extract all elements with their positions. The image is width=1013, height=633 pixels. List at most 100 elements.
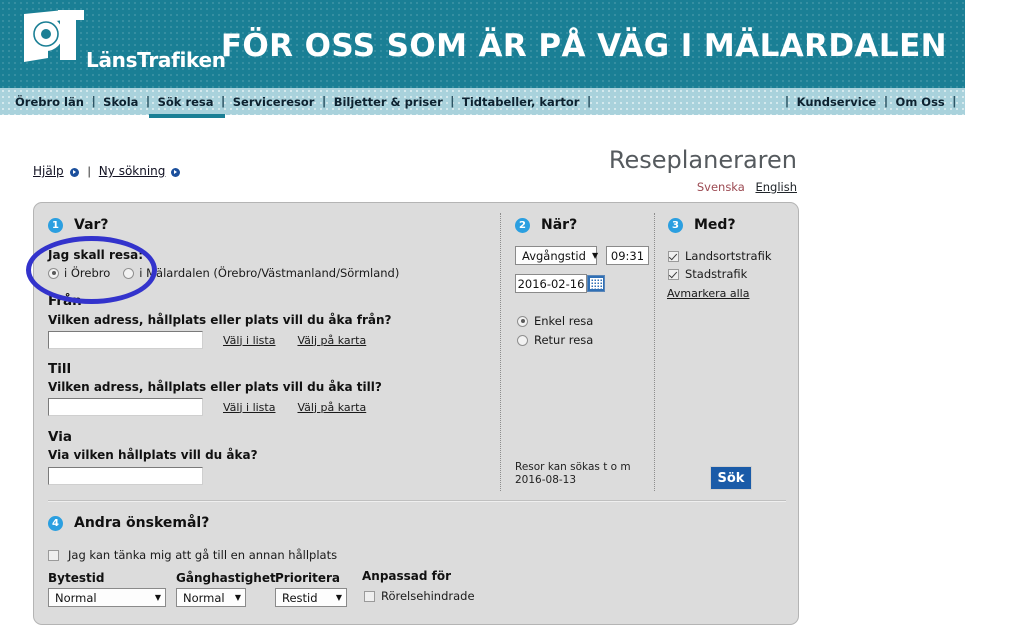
step1-header: 1 Var? bbox=[48, 217, 109, 233]
walkspeed-select[interactable]: Normal ▼ bbox=[176, 588, 246, 607]
search-window-note: Resor kan sökas t o m 2016-08-13 bbox=[515, 461, 631, 487]
checkbox-annan-hallplats-label: Jag kan tänka mig att gå till en annan h… bbox=[68, 548, 338, 562]
radio-enkel-resa-label: Enkel resa bbox=[534, 314, 594, 328]
rural-traffic-row: Landsortstrafik bbox=[668, 249, 772, 263]
step1-title: Var? bbox=[74, 217, 109, 233]
step4-header: 4 Andra önskemål? bbox=[48, 515, 209, 531]
page-title: Reseplaneraren bbox=[608, 146, 797, 174]
radio-i-orebro-label: i Örebro bbox=[64, 266, 111, 280]
checkbox-annan-hallplats[interactable] bbox=[48, 549, 59, 561]
nav-item-biljetter-priser[interactable]: Biljetter & priser bbox=[327, 95, 450, 109]
checkbox-rorelsehindrade-label: Rörelsehindrade bbox=[381, 589, 475, 603]
nav-item-serviceresor[interactable]: Serviceresor bbox=[226, 95, 322, 109]
changetime-value: Normal bbox=[55, 590, 97, 605]
from-question: Vilken adress, hållplats eller plats vil… bbox=[48, 313, 392, 327]
checkbox-stadstrafik[interactable] bbox=[668, 268, 679, 280]
search-button[interactable]: Sök bbox=[710, 466, 752, 490]
prioritize-value: Restid bbox=[282, 590, 318, 605]
to-pick-list-link[interactable]: Välj i lista bbox=[223, 401, 275, 414]
step3-title: Med? bbox=[694, 217, 736, 233]
step3-number: 3 bbox=[668, 217, 683, 233]
time-type-value: Avgångstid bbox=[522, 248, 586, 263]
prioritize-select[interactable]: Restid ▼ bbox=[275, 588, 347, 607]
walk-other-stop-row: Jag kan tänka mig att gå till en annan h… bbox=[48, 548, 337, 562]
search-window-note-line2: 2016-08-13 bbox=[515, 474, 577, 486]
step4-title: Andra önskemål? bbox=[74, 515, 210, 531]
help-link[interactable]: Hjälp bbox=[33, 164, 64, 178]
chevron-down-icon: ▼ bbox=[591, 251, 599, 260]
step2-header: 2 När? bbox=[515, 217, 577, 233]
logo[interactable]: LänsTrafiken bbox=[18, 8, 226, 73]
page-root: LänsTrafiken FÖR OSS SOM ÄR PÅ VÄG I MÄL… bbox=[0, 0, 1013, 633]
step3-header: 3 Med? bbox=[668, 217, 736, 233]
changetime-label: Bytestid bbox=[48, 571, 105, 585]
to-question: Vilken adress, hållplats eller plats vil… bbox=[48, 380, 382, 394]
from-input[interactable] bbox=[48, 331, 203, 349]
chevron-down-icon: ▼ bbox=[234, 593, 241, 602]
radio-enkel-resa[interactable] bbox=[517, 315, 528, 327]
site-header: LänsTrafiken FÖR OSS SOM ÄR PÅ VÄG I MÄL… bbox=[0, 0, 965, 88]
utility-links: Hjälp | Ny sökning bbox=[33, 164, 185, 178]
from-row: Välj i lista Välj på karta bbox=[48, 331, 366, 349]
via-question: Via vilken hållplats vill du åka? bbox=[48, 448, 258, 462]
radio-retur-resa[interactable] bbox=[517, 334, 528, 346]
changetime-select[interactable]: Normal ▼ bbox=[48, 588, 166, 607]
nav-item-orebro-lan[interactable]: Örebro län bbox=[8, 95, 91, 109]
new-search-link[interactable]: Ny sökning bbox=[99, 164, 166, 178]
lang-english[interactable]: English bbox=[755, 180, 797, 194]
chevron-down-icon: ▼ bbox=[335, 593, 342, 602]
time-input[interactable]: 09:31 bbox=[606, 246, 649, 265]
column-divider bbox=[654, 213, 655, 491]
lang-swedish[interactable]: Svenska bbox=[697, 180, 745, 194]
from-pick-map-link[interactable]: Välj på karta bbox=[297, 334, 366, 347]
nav-left-group: Örebro län | Skola | Sök resa | Servicer… bbox=[8, 88, 592, 115]
trip-return-row: Retur resa bbox=[517, 333, 593, 347]
nav-separator: | bbox=[587, 95, 591, 108]
nav-item-kundservice[interactable]: Kundservice bbox=[790, 95, 884, 109]
to-heading: Till bbox=[48, 361, 72, 377]
arrow-bullet-icon bbox=[69, 167, 79, 177]
via-row bbox=[48, 466, 203, 485]
checkbox-rorelsehindrade[interactable] bbox=[364, 590, 375, 602]
checkbox-landsortstrafik-label: Landsortstrafik bbox=[685, 249, 772, 263]
arrow-bullet-icon bbox=[171, 167, 181, 177]
header-slogan: FÖR OSS SOM ÄR PÅ VÄG I MÄLARDALEN bbox=[220, 28, 947, 64]
from-heading: Från bbox=[48, 293, 82, 309]
logo-text: LänsTrafiken bbox=[86, 48, 226, 72]
to-pick-map-link[interactable]: Välj på karta bbox=[297, 401, 366, 414]
calendar-grid-glyph bbox=[589, 278, 603, 289]
step2-title: När? bbox=[541, 217, 578, 233]
link-separator: | bbox=[87, 164, 91, 178]
from-pick-list-link[interactable]: Välj i lista bbox=[223, 334, 275, 347]
active-nav-indicator bbox=[149, 114, 225, 118]
checkbox-stadstrafik-label: Stadstrafik bbox=[685, 267, 748, 281]
nav-item-om-oss[interactable]: Om Oss bbox=[889, 95, 952, 109]
prioritize-label: Prioritera bbox=[275, 571, 340, 585]
chevron-down-icon: ▼ bbox=[154, 593, 161, 602]
via-input[interactable] bbox=[48, 466, 203, 485]
nav-separator: | bbox=[952, 95, 956, 108]
walkspeed-label: Gånghastighet bbox=[176, 571, 276, 585]
travel-scope-label: Jag skall resa: bbox=[48, 248, 144, 262]
date-input[interactable]: 2016-02-16 bbox=[515, 274, 587, 293]
to-input[interactable] bbox=[48, 398, 203, 416]
time-type-select[interactable]: Avgångstid ▼ bbox=[515, 246, 599, 265]
city-traffic-row: Stadstrafik bbox=[668, 267, 747, 281]
nav-item-tidtabeller-kartor[interactable]: Tidtabeller, kartor bbox=[455, 95, 587, 109]
language-switcher: Svenska English bbox=[697, 180, 797, 194]
radio-i-malardalen[interactable] bbox=[123, 267, 135, 279]
search-window-note-line1: Resor kan sökas t o m bbox=[515, 461, 631, 473]
travel-scope-radio-group: i Örebro i Mälardalen (Örebro/Västmanlan… bbox=[48, 266, 399, 280]
clear-all-link[interactable]: Avmarkera alla bbox=[667, 287, 749, 300]
lanstrafiken-logo-icon bbox=[24, 10, 84, 62]
nav-item-skola[interactable]: Skola bbox=[96, 95, 145, 109]
checkbox-landsortstrafik[interactable] bbox=[668, 250, 679, 262]
nav-item-sok-resa[interactable]: Sök resa bbox=[151, 95, 221, 109]
time-row: Avgångstid ▼ 09:31 bbox=[515, 246, 649, 265]
calendar-icon[interactable] bbox=[587, 275, 605, 292]
radio-i-orebro[interactable] bbox=[48, 267, 59, 279]
journey-planner-panel: 1 Var? Jag skall resa: i Örebro i Mälard… bbox=[33, 202, 799, 625]
trip-single-row: Enkel resa bbox=[517, 314, 593, 328]
radio-retur-resa-label: Retur resa bbox=[534, 333, 594, 347]
adapted-row: Rörelsehindrade bbox=[364, 589, 475, 603]
